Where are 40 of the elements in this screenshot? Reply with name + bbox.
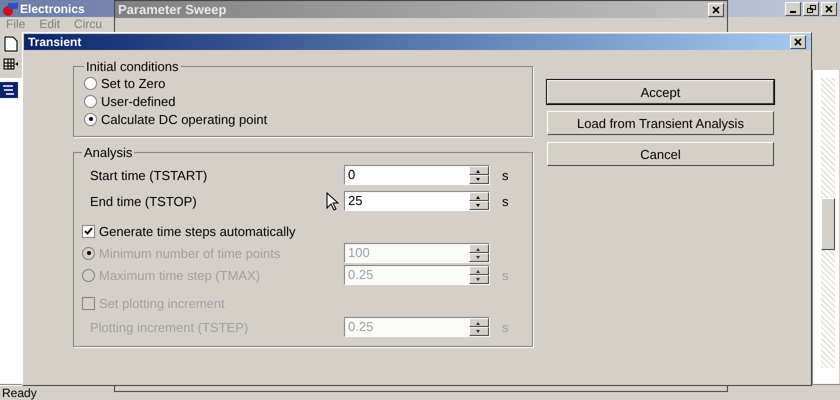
status-text: Ready [1,386,38,400]
list-item-icon[interactable] [0,82,18,98]
restore-button[interactable] [803,2,819,16]
spin-up-button[interactable] [469,166,489,175]
spin-field[interactable]: 0 [344,165,490,185]
spin-down-button[interactable] [469,201,489,210]
close-button[interactable] [821,2,837,16]
close-button[interactable] [790,35,806,49]
document-icon[interactable] [4,36,18,52]
dialog-title: Transient [28,35,82,49]
radio-option[interactable]: Set to Zero [84,74,524,92]
app-icon [2,2,18,16]
minimize-icon [790,10,796,12]
checkbox-option[interactable]: Generate time steps automatically [82,222,296,240]
close-icon [712,6,720,14]
unit-label: s [502,168,508,182]
restore-icon [806,4,816,12]
spin-field[interactable]: 25 [344,191,490,211]
dialog-button[interactable]: Load from Transient Analysis [547,111,774,135]
close-icon [825,4,833,12]
scrollbar[interactable] [821,78,835,368]
field-label: End time (TSTOP) [89,194,197,208]
unit-label: s [502,194,508,208]
dialog-button[interactable]: Cancel [547,142,774,166]
group-title: Initial conditions [85,59,180,74]
spin-down-button[interactable] [469,175,489,184]
grid-icon[interactable] [3,58,19,72]
dialog-button[interactable]: Accept [547,80,774,104]
window-title: Electronics [20,2,85,16]
minimize-button[interactable] [785,2,801,16]
checkmark-icon [84,226,93,236]
radio-option[interactable]: User-defined [84,92,524,110]
group-title: Analysis [83,145,134,160]
spin-up-button[interactable] [469,192,489,201]
window-title: Parameter Sweep [118,2,226,17]
radio-option[interactable]: Calculate DC operating point [84,110,524,128]
field-label: Start time (TSTART) [89,168,208,182]
mouse-cursor-icon [326,192,340,212]
close-icon [794,38,802,46]
close-button[interactable] [708,2,724,16]
